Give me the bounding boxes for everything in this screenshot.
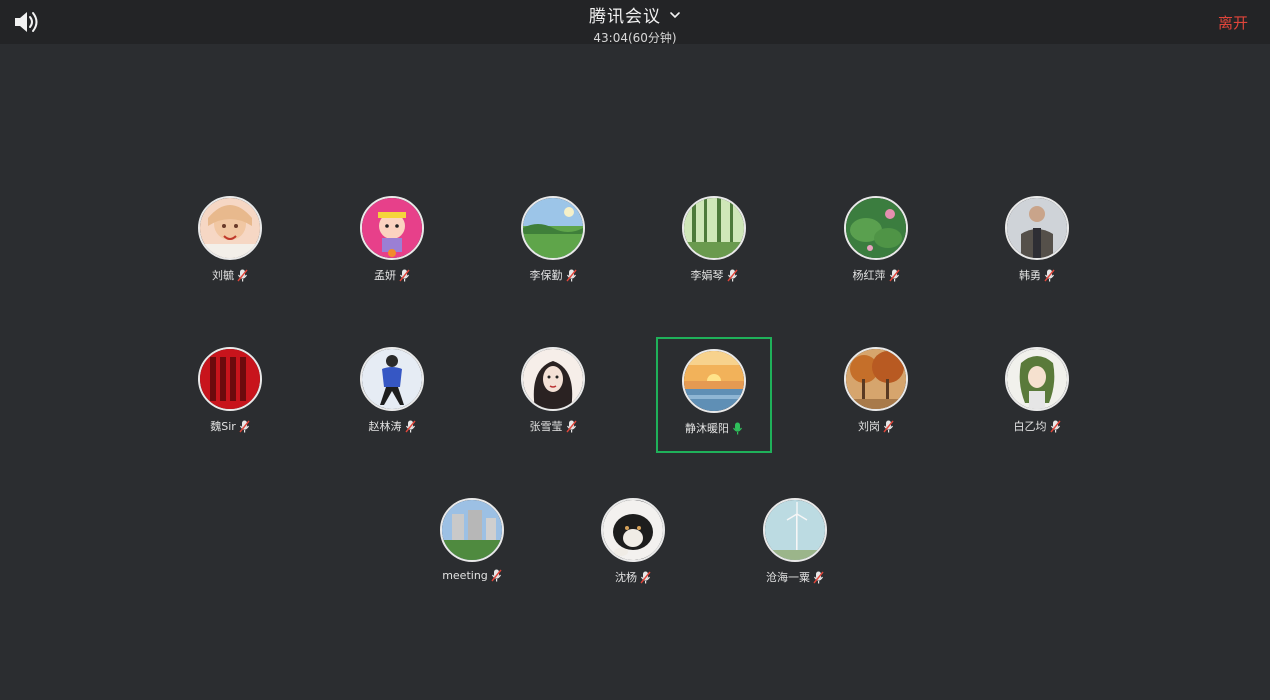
participant-tile[interactable]: 刘岗 — [818, 337, 934, 453]
participant-name-row: 静沐暖阳 — [685, 420, 743, 436]
mic-muted-icon — [239, 420, 250, 432]
avatar[interactable] — [198, 347, 262, 411]
avatar[interactable] — [198, 196, 262, 260]
participant-name: 杨红萍 — [852, 269, 886, 282]
mic-muted-icon — [726, 269, 738, 281]
avatar[interactable] — [1005, 196, 1069, 260]
participant-name-row: 沧海一粟 — [766, 569, 824, 585]
participant-tile[interactable]: 李娟琴 — [656, 186, 772, 302]
participant-name: 赵林涛 — [368, 420, 402, 433]
participant-name-row: 李娟琴 — [691, 267, 738, 283]
participant-name: 孟妍 — [374, 269, 396, 282]
participant-name: 魏Sir — [210, 420, 236, 433]
mic-on-icon — [733, 422, 742, 434]
avatar[interactable] — [521, 347, 585, 411]
participant-name-row: meeting — [442, 569, 502, 582]
participant-tile[interactable]: 李保勤 — [495, 186, 611, 302]
participant-name: 刘岗 — [858, 420, 880, 433]
avatar[interactable] — [601, 498, 665, 562]
avatar[interactable] — [360, 347, 424, 411]
cartoon-girl-avatar — [362, 198, 422, 258]
mic-muted-icon — [1049, 420, 1061, 432]
participant-tile[interactable]: 张雪莹 — [495, 337, 611, 453]
mic-muted-icon — [491, 569, 502, 582]
participant-tile[interactable]: 白乙均 — [979, 337, 1095, 453]
mic-muted-icon — [1044, 269, 1055, 281]
mic-muted-icon — [888, 269, 900, 281]
participant-name-row: 杨红萍 — [853, 267, 900, 283]
participant-name-row: 刘岗 — [858, 418, 894, 434]
participant-grid: 刘毓 孟妍 李保勤 李娟琴 杨红萍 韩勇 魏Sir 赵林涛 张雪莹 静沐暖阳 刘… — [0, 0, 1270, 700]
participant-name: 李保勤 — [529, 269, 563, 282]
mic-muted-icon — [565, 420, 577, 432]
participant-name: meeting — [442, 569, 488, 582]
avatar[interactable] — [360, 196, 424, 260]
participant-tile[interactable]: 沈杨 — [575, 488, 691, 604]
mic-muted-icon — [237, 269, 248, 281]
anime-character-avatar — [1007, 349, 1067, 409]
mic-muted-icon — [640, 571, 651, 583]
illustration-avatar — [362, 349, 422, 409]
participant-name-row: 沈杨 — [615, 569, 651, 585]
participant-name-row: 张雪莹 — [530, 418, 577, 434]
participant-name: 李娟琴 — [690, 269, 724, 282]
sunset-sea-avatar — [684, 351, 744, 411]
forest-avatar — [684, 198, 744, 258]
person-photo-avatar — [1007, 198, 1067, 258]
participant-name: 静沐暖阳 — [685, 422, 729, 435]
participant-tile[interactable]: 韩勇 — [979, 186, 1095, 302]
avatar[interactable] — [763, 498, 827, 562]
avatar[interactable] — [844, 347, 908, 411]
avatar[interactable] — [521, 196, 585, 260]
puppy-avatar — [603, 500, 663, 560]
avatar[interactable] — [844, 196, 908, 260]
participant-name-row: 孟妍 — [374, 267, 410, 283]
avatar[interactable] — [682, 196, 746, 260]
avatar[interactable] — [1005, 347, 1069, 411]
landscape-avatar — [523, 198, 583, 258]
participant-name: 沈杨 — [615, 571, 637, 584]
participant-name-row: 李保勤 — [530, 267, 577, 283]
participant-tile[interactable]: 杨红萍 — [818, 186, 934, 302]
participant-name: 白乙均 — [1013, 420, 1047, 433]
avatar[interactable] — [682, 349, 746, 413]
mic-muted-icon — [565, 269, 577, 281]
mic-muted-icon — [404, 420, 416, 432]
wind-turbine-avatar — [765, 500, 825, 560]
participant-tile[interactable]: 魏Sir — [172, 337, 288, 453]
participant-name: 沧海一粟 — [766, 571, 810, 584]
building-trees-avatar — [442, 500, 502, 560]
participant-tile-active-speaker[interactable]: 静沐暖阳 — [656, 337, 772, 453]
participant-name-row: 白乙均 — [1014, 418, 1061, 434]
participant-name-row: 韩勇 — [1019, 267, 1055, 283]
participant-name: 张雪莹 — [529, 420, 563, 433]
participant-tile[interactable]: meeting — [414, 488, 530, 604]
participant-name: 刘毓 — [212, 269, 234, 282]
avatar[interactable] — [440, 498, 504, 562]
mic-muted-icon — [883, 420, 894, 432]
mic-muted-icon — [399, 269, 410, 281]
participant-name-row: 赵林涛 — [369, 418, 416, 434]
red-calligraphy-avatar — [200, 349, 260, 409]
participant-tile[interactable]: 刘毓 — [172, 186, 288, 302]
participant-name-row: 刘毓 — [212, 267, 248, 283]
anime-girl-avatar — [200, 198, 260, 258]
participant-name: 韩勇 — [1019, 269, 1041, 282]
participant-tile[interactable]: 沧海一粟 — [737, 488, 853, 604]
lotus-avatar — [846, 198, 906, 258]
participant-tile[interactable]: 赵林涛 — [334, 337, 450, 453]
participant-tile[interactable]: 孟妍 — [334, 186, 450, 302]
mic-muted-icon — [813, 571, 824, 583]
autumn-trees-avatar — [846, 349, 906, 409]
participant-name-row: 魏Sir — [210, 418, 250, 434]
sketch-girl-avatar — [523, 349, 583, 409]
